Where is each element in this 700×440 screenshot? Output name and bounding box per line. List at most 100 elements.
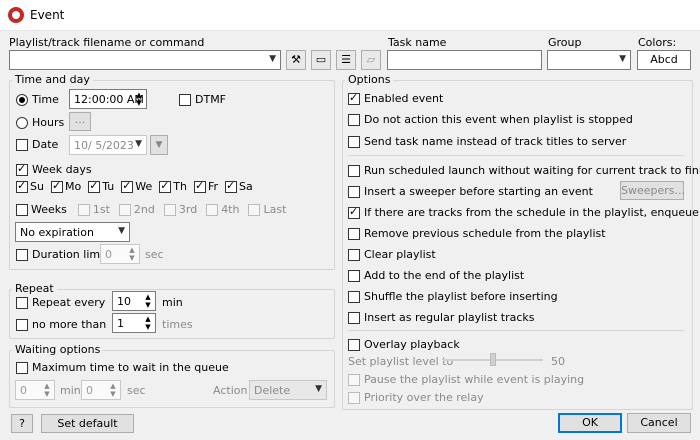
max-wait-checkbox[interactable] <box>16 361 28 374</box>
repeat-every-value: 10 <box>117 295 131 308</box>
options-separator <box>348 330 684 331</box>
week-label: Last <box>263 203 287 216</box>
no-more-than-label: no more than <box>32 318 107 331</box>
dtmf-checkbox[interactable] <box>179 93 191 106</box>
priority-relay-label: Priority over the relay <box>364 391 484 404</box>
insert-sweeper-checkbox[interactable] <box>348 185 360 198</box>
insert-regular-checkbox[interactable] <box>348 311 360 324</box>
playlist-combo[interactable]: ▼ <box>9 50 281 70</box>
task-name-label: Task name <box>388 36 447 49</box>
enqueue-label: If there are tracks from the schedule in… <box>364 206 699 219</box>
spin-arrows-icon[interactable]: ▲ ▼ <box>143 293 153 309</box>
action-value: Delete <box>254 384 291 397</box>
help-button[interactable]: ? <box>11 414 33 433</box>
week-checkbox-2nd[interactable] <box>118 203 131 216</box>
date-value: 10/ 5/2023 <box>74 139 134 152</box>
week-checkbox-4th[interactable] <box>206 203 219 216</box>
repeat-title: Repeat <box>12 282 57 295</box>
shuffle-checkbox[interactable] <box>348 290 360 303</box>
day-checkbox-fr[interactable] <box>193 179 206 193</box>
time-radio[interactable] <box>16 93 28 106</box>
day-checkbox-th[interactable] <box>159 179 172 193</box>
overlay-playback-checkbox[interactable] <box>348 338 360 351</box>
action-combo[interactable]: Delete ▼ <box>249 380 327 400</box>
spin-arrows-icon[interactable]: ▲ ▼ <box>134 91 144 107</box>
day-label: Sa <box>239 180 253 193</box>
hours-button[interactable]: ... <box>69 112 91 131</box>
spin-arrows-icon[interactable]: ▲ ▼ <box>127 246 137 262</box>
colors-button[interactable]: Abcd <box>637 50 691 70</box>
sweepers-button[interactable]: Sweepers... <box>620 181 685 200</box>
window-title: Event <box>30 8 65 22</box>
day-checkbox-tu[interactable] <box>88 179 101 193</box>
weeks-checkbox[interactable] <box>16 203 28 216</box>
pause-playlist-label: Pause the playlist while event is playin… <box>364 373 585 386</box>
week-checkbox-1st[interactable] <box>77 203 90 216</box>
spin-arrows-icon[interactable]: ▲ ▼ <box>108 382 118 398</box>
task-name-input[interactable] <box>387 50 542 70</box>
enqueue-checkbox[interactable] <box>348 205 360 219</box>
day-checkbox-mo[interactable] <box>50 179 63 193</box>
dtmf-label: DTMF <box>195 93 227 106</box>
run-scheduled-checkbox[interactable] <box>348 164 360 177</box>
set-default-button[interactable]: Set default <box>41 414 134 433</box>
remove-previous-checkbox[interactable] <box>348 227 360 240</box>
week-label: 4th <box>221 203 240 216</box>
app-icon <box>8 7 24 23</box>
day-checkbox-we[interactable] <box>121 179 134 193</box>
ok-button[interactable]: OK <box>558 413 622 433</box>
wrench-icon[interactable]: ⚒ <box>286 50 306 70</box>
shuffle-label: Shuffle the playlist before inserting <box>364 290 558 303</box>
duration-spinner[interactable]: 0 ▲ ▼ <box>100 244 140 264</box>
date-picker-button[interactable]: ▼ <box>150 135 168 155</box>
duration-unit: sec <box>145 248 164 261</box>
no-action-stopped-checkbox[interactable] <box>348 113 360 126</box>
level-slider-thumb[interactable] <box>490 353 496 366</box>
title-bar: Event <box>0 0 700 31</box>
insert-regular-label: Insert as regular playlist tracks <box>364 311 535 324</box>
level-value: 50 <box>551 355 565 368</box>
repeat-every-checkbox[interactable] <box>16 296 28 309</box>
spin-arrows-icon[interactable]: ▲ ▼ <box>143 315 153 331</box>
list-icon[interactable]: ☰ <box>336 50 356 70</box>
priority-relay-checkbox[interactable] <box>348 391 360 404</box>
repeat-every-spinner[interactable]: 10 ▲ ▼ <box>112 291 156 311</box>
overlay-playback-label: Overlay playback <box>364 338 460 351</box>
time-spinner[interactable]: 12:00:00 AM ▲ ▼ <box>69 89 147 109</box>
date-combo[interactable]: 10/ 5/2023 ▼ <box>69 135 147 155</box>
date-checkbox[interactable] <box>16 138 28 151</box>
no-more-than-spinner[interactable]: 1 ▲ ▼ <box>112 313 156 333</box>
expiration-value: No expiration <box>20 226 94 239</box>
clear-playlist-checkbox[interactable] <box>348 248 360 261</box>
hours-label: Hours <box>32 116 65 129</box>
time-and-day-title: Time and day <box>12 73 93 86</box>
folder-icon[interactable]: ▭ <box>311 50 331 70</box>
expiration-combo[interactable]: No expiration ▼ <box>15 222 130 242</box>
no-action-stopped-label: Do not action this event when playlist i… <box>364 113 633 126</box>
no-more-than-value: 1 <box>117 317 124 330</box>
add-to-end-checkbox[interactable] <box>348 269 360 282</box>
no-more-than-checkbox[interactable] <box>16 318 28 331</box>
group-combo[interactable]: ▼ <box>547 50 631 70</box>
clear-playlist-label: Clear playlist <box>364 248 436 261</box>
wait-min-value: 0 <box>20 384 27 397</box>
week-days-checkbox[interactable] <box>16 162 28 176</box>
wait-sec-spinner[interactable]: 0 ▲ ▼ <box>81 380 121 400</box>
no-more-than-unit: times <box>162 318 193 331</box>
enabled-event-checkbox[interactable] <box>348 91 360 105</box>
duration-value: 0 <box>105 248 112 261</box>
day-label: We <box>135 180 153 193</box>
enabled-event-label: Enabled event <box>364 92 444 105</box>
week-checkbox-last[interactable] <box>248 203 261 216</box>
group-label: Group <box>548 36 582 49</box>
week-checkbox-3rd[interactable] <box>163 203 176 216</box>
send-task-name-checkbox[interactable] <box>348 135 360 148</box>
day-checkbox-su[interactable] <box>16 179 28 193</box>
cancel-button[interactable]: Cancel <box>627 413 691 433</box>
pause-playlist-checkbox[interactable] <box>348 373 360 386</box>
spin-arrows-icon[interactable]: ▲ ▼ <box>42 382 52 398</box>
duration-limit-checkbox[interactable] <box>16 248 28 261</box>
wait-min-spinner[interactable]: 0 ▲ ▼ <box>15 380 55 400</box>
day-checkbox-sa[interactable] <box>225 179 237 193</box>
hours-radio[interactable] <box>16 116 28 129</box>
